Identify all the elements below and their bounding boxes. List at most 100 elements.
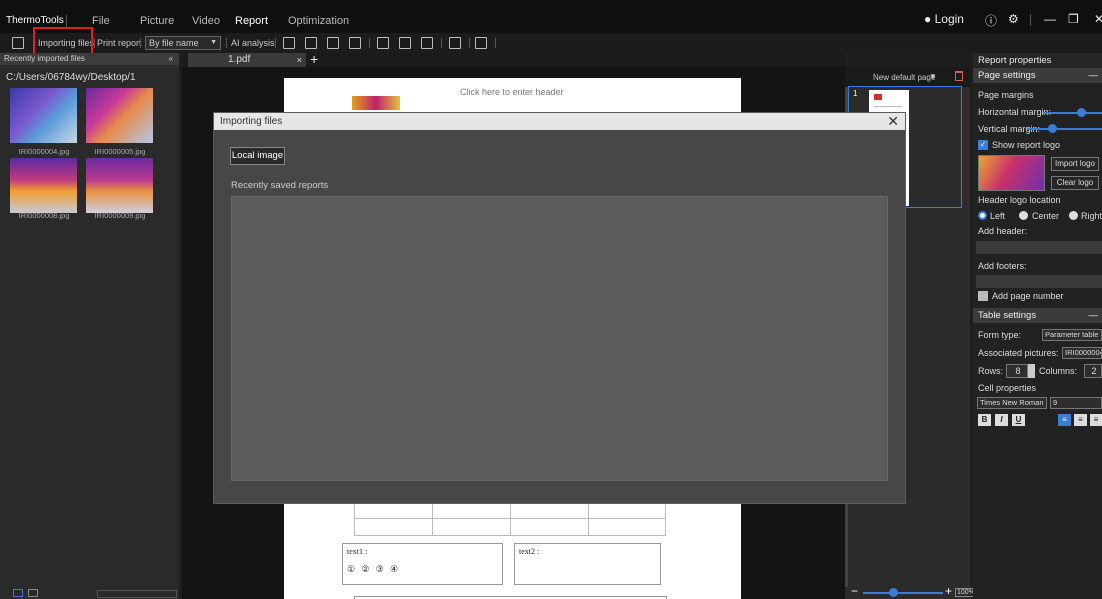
horizontal-margin-slider[interactable] [1043,112,1102,114]
minimize-icon[interactable]: — [1044,12,1056,26]
bold-button[interactable]: B [978,414,991,426]
tab-close-icon[interactable]: × [297,53,302,67]
radio-right-label: Right [1081,211,1102,221]
picture-text-icon[interactable] [305,37,317,49]
save-icon[interactable] [12,37,24,49]
sort-select[interactable]: By file name ▼ [145,36,221,50]
underline-button[interactable]: U [1012,414,1025,426]
thumbnail-label: IRI0000004.jpg [18,147,70,156]
export-icon[interactable] [349,37,361,49]
close-icon[interactable]: ✕ [887,113,899,130]
local-image-button[interactable]: Local image [230,147,285,165]
radio-center[interactable] [1019,211,1028,220]
ai-analysis-button[interactable]: AI analysis [231,36,275,51]
header-placeholder[interactable]: Click here to enter header [460,87,564,97]
tab-document[interactable]: 1.pdf × [188,53,306,67]
italic-button[interactable]: I [995,414,1008,426]
thumbnail-image[interactable] [10,158,77,213]
thumbnail-size-slider[interactable] [97,590,177,598]
template-icon[interactable] [475,37,487,49]
footer-input[interactable] [976,275,1102,288]
align-center-icon[interactable]: ≡ [1074,414,1087,426]
trash-icon[interactable] [955,71,963,81]
page-number-checkbox[interactable] [978,291,988,301]
section-page-settings[interactable]: Page settings — [973,68,1102,83]
header-input[interactable] [976,241,1102,254]
menu-picture[interactable]: Picture [140,15,174,27]
page-number-label: Add page number [992,291,1064,301]
dialog-title: Importing files [220,116,283,127]
report-table[interactable] [354,500,666,536]
close-icon[interactable]: ✕ [1094,12,1102,26]
recent-files-title: Recently imported files [4,54,85,63]
rows-label: Rows: [978,366,1004,376]
form-type-select[interactable]: Parameter table [1042,329,1102,341]
collapse-icon[interactable]: « [169,53,173,65]
align-left-icon[interactable]: ≡ [1058,414,1071,426]
settings-icon[interactable]: ⚙ [1008,12,1019,26]
report-logo [352,96,400,110]
circle-options: ① ② ③ ④ [347,564,401,574]
user-icon: ● [924,12,932,26]
vertical-margin-slider[interactable] [1027,128,1102,130]
zoom-out-icon[interactable]: − [851,584,858,598]
chevron-down-icon[interactable]: ▼ [929,72,937,81]
divider [441,38,442,48]
list-view-icon[interactable] [28,589,38,597]
cell-properties-label: Cell properties [978,383,1037,393]
menu-report[interactable]: Report [235,15,268,27]
print-report-button[interactable]: Print report [97,36,142,51]
text2-label: text2 : [519,547,540,556]
thumbnail-image[interactable] [86,158,153,213]
divider [140,38,141,48]
comment-icon[interactable] [421,37,433,49]
text-field-1[interactable]: text1 : ① ② ③ ④ [342,543,503,585]
horizontal-margin-handle[interactable] [1077,108,1086,117]
font-select[interactable]: Times New Roman [977,397,1047,409]
import-logo-button[interactable]: Import logo [1051,157,1099,171]
help-icon[interactable]: ⓘ [985,12,997,29]
collapse-icon[interactable]: — [1089,68,1099,83]
divider [66,15,67,27]
horizontal-margin-label: Horizontal margin: [978,107,1052,117]
section-table-settings[interactable]: Table settings — [973,308,1102,323]
show-logo-checkbox[interactable]: ✓ [978,140,988,150]
rows-stepper[interactable]: 8 [1006,364,1028,378]
grid-view-icon[interactable] [13,589,23,597]
menu-video[interactable]: Video [192,15,220,27]
image-icon[interactable] [283,37,295,49]
menu-optimization[interactable]: Optimization [288,15,349,27]
thumbnail-label: IRI0000009.jpg [94,211,146,220]
tab-label: 1.pdf [228,54,251,65]
eraser-icon[interactable] [449,37,461,49]
text-field-2[interactable]: text2 : [514,543,661,585]
line-chart-icon[interactable] [399,37,411,49]
clear-logo-button[interactable]: Clear logo [1051,176,1099,190]
font-size-select[interactable]: 9 [1050,397,1102,409]
zoom-in-icon[interactable]: + [945,584,952,598]
align-right-icon[interactable]: ≡ [1090,414,1102,426]
form-type-label: Form type: [978,330,1022,340]
menu-file[interactable]: File [92,15,110,27]
thumbnail-image[interactable] [86,88,153,143]
add-tab-icon[interactable]: + [310,51,318,67]
bar-chart-icon[interactable] [377,37,389,49]
vertical-margin-handle[interactable] [1048,124,1057,133]
restore-icon[interactable]: ❐ [1068,12,1079,26]
thumbnail-image[interactable] [10,88,77,143]
zoom-slider-handle[interactable] [889,588,898,597]
collapse-icon[interactable]: — [1089,308,1099,323]
columns-stepper[interactable]: 2 [1084,364,1102,378]
login-button[interactable]: ● Login [924,12,964,26]
associated-pictures-select[interactable]: IRI0000004.j [1062,347,1102,359]
radio-left[interactable] [978,211,987,220]
rows-stepper-arrows[interactable] [1028,364,1035,378]
recent-reports-list[interactable] [231,196,888,481]
zoom-slider[interactable] [863,592,943,594]
new-page-button[interactable]: New default page [873,73,935,82]
table-icon[interactable] [327,37,339,49]
view-controls [0,587,179,599]
divider [432,501,433,535]
radio-right[interactable] [1069,211,1078,220]
divider [510,501,511,535]
